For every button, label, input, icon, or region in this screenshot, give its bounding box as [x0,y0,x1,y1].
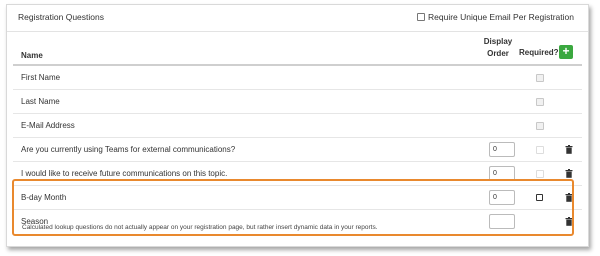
trash-icon[interactable] [565,169,573,178]
required-checkbox [536,74,544,82]
require-unique-email-label: Require Unique Email Per Registration [428,12,574,22]
question-label: E-Mail Address [21,121,75,130]
column-header-required: Required? [519,48,559,57]
question-label: Last Name [21,97,60,106]
column-header-display-order: Display Order [483,36,513,60]
panel-title: Registration Questions [18,12,104,22]
require-unique-email-toggle[interactable]: Require Unique Email Per Registration [417,12,574,22]
column-header-name: Name [21,51,43,60]
trash-icon[interactable] [565,145,573,154]
question-row: Last Name [13,90,582,114]
question-row: Are you currently using Teams for extern… [13,138,582,162]
calculated-lookup-note: Calculated lookup questions do not actua… [22,224,378,231]
required-checkbox [536,98,544,106]
question-label: Are you currently using Teams for extern… [21,145,236,154]
question-label: First Name [21,73,61,82]
require-unique-email-checkbox[interactable] [417,13,425,21]
question-row: First Name [13,66,582,90]
question-row: E-Mail Address [13,114,582,138]
question-label: I would like to receive future communica… [21,169,228,178]
add-question-button[interactable]: + [559,45,573,59]
column-header-display-line1: Display [483,37,513,46]
required-checkbox [536,146,544,154]
required-checkbox [536,170,544,178]
display-order-input[interactable]: 0 [489,142,515,157]
panel-header: Registration Questions Require Unique Em… [7,5,588,32]
required-checkbox [536,122,544,130]
column-header-display-line2: Order [487,49,509,58]
